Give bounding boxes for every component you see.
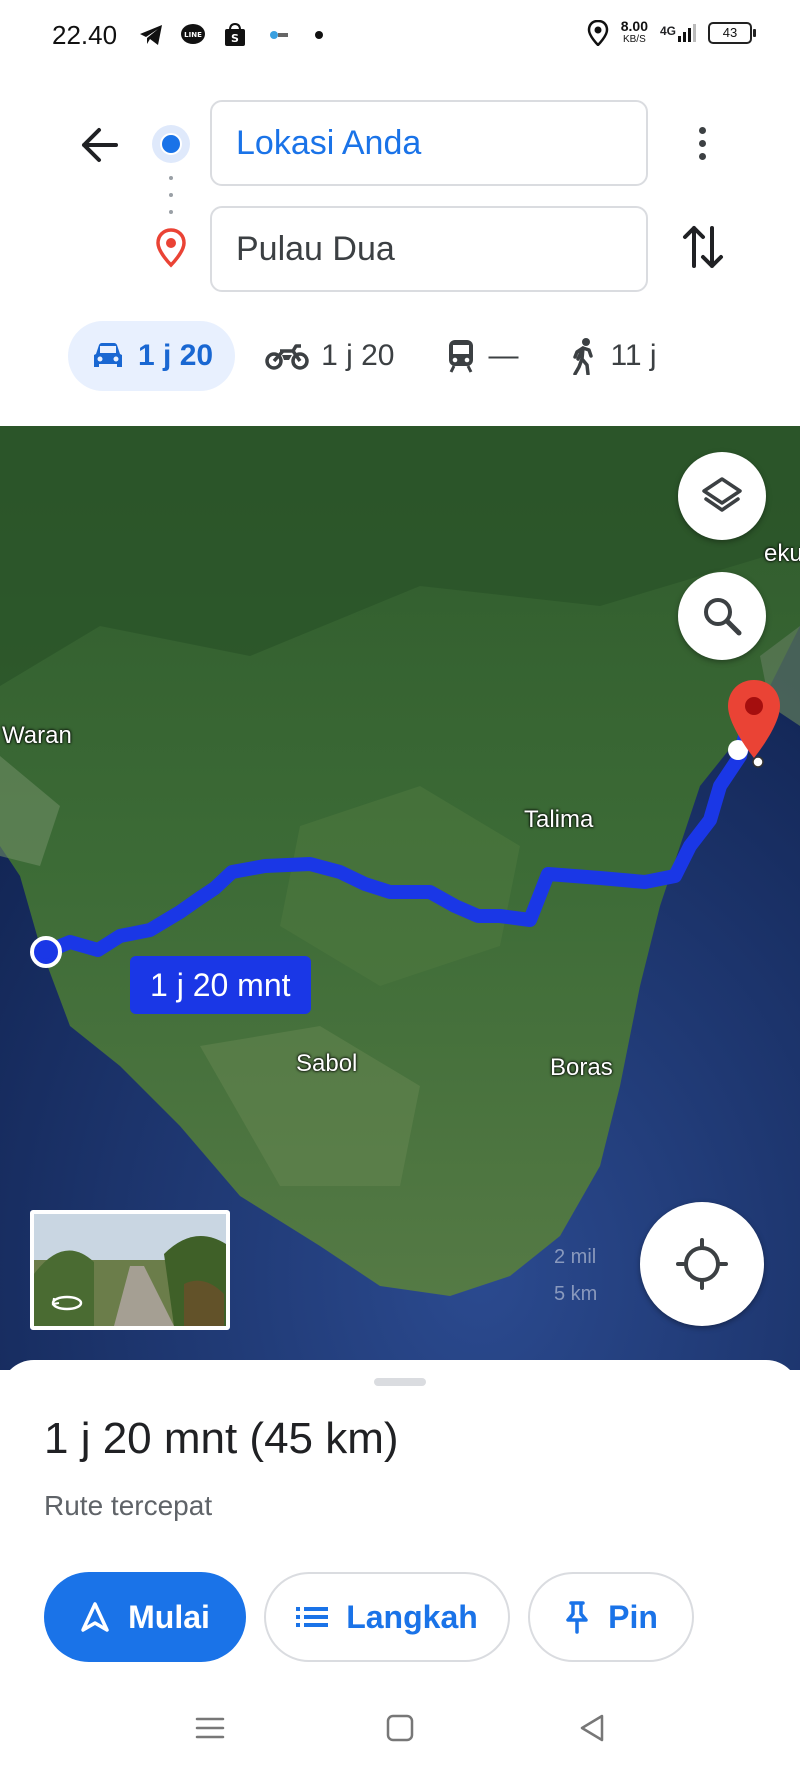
pin-label: Pin [608,1598,658,1635]
steps-label: Langkah [346,1598,478,1635]
crosshair-icon [676,1238,728,1290]
back-nav-button[interactable] [576,1712,608,1744]
location-status-icon [587,20,608,46]
network-speed: 8.00 KB/S [620,18,648,46]
place-label-eku: eku [764,540,800,567]
street-view-thumbnail[interactable] [30,1210,230,1330]
place-label-talima: Talima [524,806,594,833]
360-rotate-icon [51,1295,83,1311]
scale-miles: 2 mil [554,1246,597,1268]
status-time: 22.40 [52,20,118,50]
motorcycle-icon [265,344,309,370]
svg-text:LINE: LINE [184,31,202,39]
my-location-button[interactable] [640,1202,764,1326]
origin-input[interactable]: Lokasi Anda [210,100,648,186]
tab-walk[interactable]: 11 j [548,321,678,391]
tab-transit[interactable]: — [424,321,540,391]
svg-text:S: S [231,32,239,45]
layers-icon [702,477,742,512]
layers-button[interactable] [678,452,766,540]
network-type: 4G [659,24,676,38]
sheet-drag-handle[interactable] [374,1378,426,1386]
network-speed-unit: KB/S [622,34,646,45]
train-icon [449,340,474,373]
app-notification-icon [264,22,290,48]
scale-kilometers: 5 km [554,1283,598,1305]
status-bar: 22.40 LINE S 8.00 KB/S 4G 43 [0,0,800,72]
destination-pin-icon [156,228,186,268]
network-speed-value: 8.00 [620,18,648,34]
destination-input[interactable]: Pulau Dua [210,206,648,292]
travel-mode-tabs: 1 j 20 1 j 20 — 11 j [68,320,687,392]
route-connector-dots [168,176,174,214]
search-icon [704,598,742,636]
walk-icon [573,338,594,375]
swap-directions-button[interactable] [680,222,726,272]
home-button[interactable] [384,1712,416,1744]
swap-vertical-icon [683,226,723,268]
signal-icon: 4G [660,24,696,42]
system-icons: 8.00 KB/S 4G 43 [587,18,756,46]
shopee-icon: S [222,22,248,48]
list-icon [296,1607,329,1627]
map-view[interactable]: Waran Talima Sabol Boras eku 1 j 20 mnt … [0,426,800,1370]
battery-icon: 43 [708,22,756,44]
arrow-left-icon [82,128,118,162]
motorcycle-time: 1 j 20 [321,339,395,372]
tab-motorcycle[interactable]: 1 j 20 [243,321,416,391]
route-actions: Mulai Langkah Pin [44,1572,694,1662]
tab-car[interactable]: 1 j 20 [68,321,236,391]
start-button[interactable]: Mulai [44,1572,246,1662]
transit-time: — [488,339,519,372]
route-description: Rute tercepat [44,1490,213,1521]
start-label: Mulai [128,1598,210,1635]
more-options-button[interactable] [682,118,722,168]
destination-marker-icon[interactable] [724,678,784,764]
route-duration-badge[interactable]: 1 j 20 mnt [130,956,311,1014]
pin-button[interactable]: Pin [528,1572,694,1662]
place-label-waran: Waran [2,722,72,749]
notification-icons: LINE S [138,22,332,48]
walk-time: 11 j [610,339,657,372]
line-icon: LINE [180,22,206,48]
back-button[interactable] [74,120,124,170]
origin-dot-icon [152,125,190,163]
route-summary: 1 j 20 mnt (45 km) [44,1414,399,1463]
map-scale: 2 mil 5 km [554,1246,597,1306]
telegram-icon [138,22,164,48]
pushpin-icon [566,1601,588,1634]
navigation-arrow-icon [81,1602,109,1632]
place-label-boras: Boras [550,1054,613,1081]
system-navigation-bar [0,1690,800,1778]
recent-apps-button[interactable] [194,1712,226,1744]
steps-button[interactable]: Langkah [264,1572,510,1662]
search-along-route-button[interactable] [678,572,766,660]
car-time: 1 j 20 [138,339,214,372]
more-notifications-dot-icon [306,22,332,48]
place-label-sabol: Sabol [296,1050,358,1077]
car-icon [94,343,122,367]
